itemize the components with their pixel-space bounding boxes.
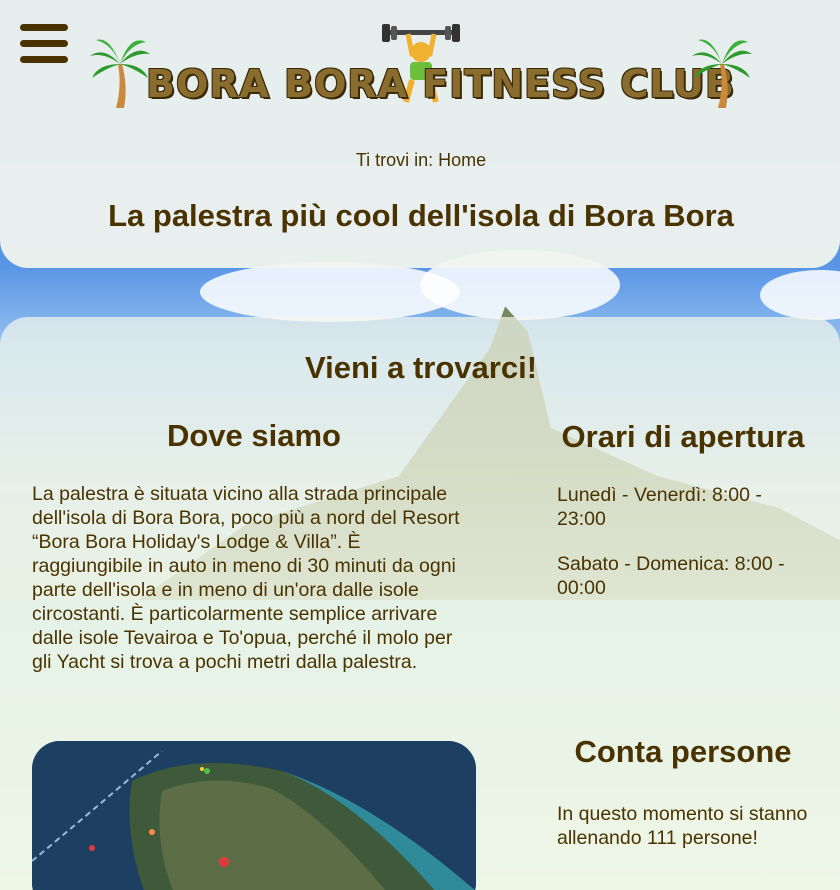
location-section: Dove siamo La palestra è situata vicino … <box>32 418 476 674</box>
map-image <box>32 741 476 890</box>
section-title: Vieni a trovarci! <box>304 350 538 385</box>
header: BORA BORA FITNESS CLUB Ti trovi in: Home… <box>0 0 840 268</box>
counter-heading: Conta persone <box>574 734 792 769</box>
breadcrumb: Ti trovi in: Home <box>355 150 487 170</box>
page-title: La palestra più cool dell'isola di Bora … <box>108 198 734 233</box>
counter-text: In questo momento si stanno allenando 11… <box>557 803 808 849</box>
logo-text: BORA BORA FITNESS CLUB <box>146 62 735 106</box>
hamburger-menu-icon[interactable] <box>20 24 68 64</box>
hours-weekend: Sabato - Domenica: 8:00 - 00:00 <box>557 553 785 599</box>
site-logo[interactable]: BORA BORA FITNESS CLUB <box>88 24 754 110</box>
opening-hours-section: Orari di apertura Lunedì - Venerdì: 8:00… <box>557 418 809 621</box>
hours-heading: Orari di apertura <box>561 419 805 454</box>
people-counter-section: Conta persone In questo momento si stann… <box>557 733 809 850</box>
location-heading: Dove siamo <box>166 418 341 453</box>
hours-weekdays: Lunedì - Venerdì: 8:00 - 23:00 <box>557 484 762 530</box>
location-text: La palestra è situata vicino alla strada… <box>32 483 460 673</box>
location-map[interactable] <box>32 741 476 890</box>
palm-tree-icon <box>90 39 150 108</box>
palm-tree-icon <box>692 39 752 108</box>
